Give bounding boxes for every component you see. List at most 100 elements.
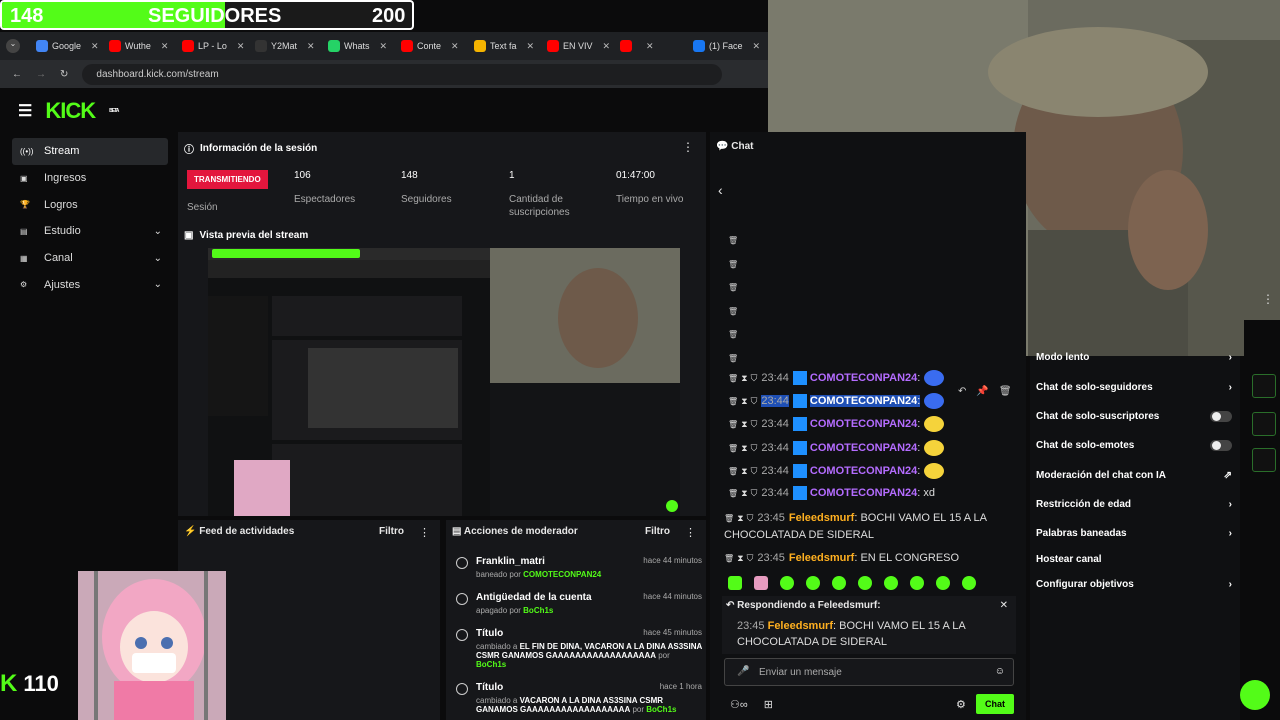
- trash-icon[interactable]: 🗑: [724, 514, 734, 523]
- trash-icon[interactable]: 🗑: [728, 283, 738, 292]
- browser-tab[interactable]: (1) Face ✕: [687, 32, 760, 60]
- close-tab-icon[interactable]: ✕: [380, 41, 388, 52]
- sidebar-item-ajustes[interactable]: ⚙ Ajustes ⌄: [12, 271, 168, 298]
- sidebar-item-logros[interactable]: 🏆 Logros: [12, 191, 168, 218]
- browser-tab[interactable]: Whats ✕: [322, 32, 395, 60]
- broadcast-icon[interactable]: [1252, 374, 1276, 398]
- stream-preview-image[interactable]: [208, 248, 680, 516]
- emote-icon[interactable]: [936, 576, 950, 590]
- trash-icon[interactable]: 🗑: [724, 554, 734, 563]
- chat-message[interactable]: 🗑 ⧗ ⛉ 23:44 COMOTECONPAN24:: [728, 416, 945, 432]
- chat-setting-item[interactable]: Chat de solo-seguidores ›: [1036, 382, 1232, 393]
- browser-tab[interactable]: EN VIV ✕: [541, 32, 614, 60]
- emote-icon[interactable]: [858, 576, 872, 590]
- message-user[interactable]: Feleedsmurf: [789, 512, 854, 524]
- chat-message[interactable]: 🗑 ⧗ ⛉ 23:44 COMOTECONPAN24:: [728, 440, 945, 456]
- pin-icon[interactable]: 📌: [976, 386, 988, 397]
- browser-tab[interactable]: Y2Mat ✕: [249, 32, 322, 60]
- trash-icon[interactable]: 🗑: [728, 420, 738, 429]
- gift-icon[interactable]: ⊞: [764, 698, 773, 711]
- tab-list-button[interactable]: ⌄: [0, 32, 30, 60]
- close-tab-icon[interactable]: ✕: [753, 41, 760, 52]
- timeout-icon[interactable]: ⧗: [741, 419, 747, 429]
- chat-setting-item[interactable]: Restricción de edad ›: [1036, 499, 1232, 510]
- mic-icon[interactable]: 🎤: [737, 666, 749, 677]
- emote-icon[interactable]: [910, 576, 924, 590]
- emote-icon[interactable]: [806, 576, 820, 590]
- close-tab-icon[interactable]: ✕: [527, 41, 535, 52]
- delete-icon[interactable]: 🗑: [999, 386, 1012, 397]
- chat-message[interactable]: 🗑 ⧗ ⛉ 23:45 Feleedsmurf: BOCHI VAMO EL 15 …: [724, 510, 987, 544]
- timeout-icon[interactable]: ⧗: [737, 513, 743, 523]
- trash-icon[interactable]: 🗑: [728, 489, 738, 498]
- emote-icon[interactable]: [832, 576, 846, 590]
- support-icon[interactable]: [1240, 680, 1270, 710]
- emote-icon[interactable]: [754, 576, 768, 590]
- emote-icon[interactable]: [728, 576, 742, 590]
- message-user[interactable]: COMOTECONPAN24: [810, 418, 917, 430]
- chat-setting-item[interactable]: Modo lento ›: [1036, 352, 1232, 363]
- chat-message[interactable]: 🗑 ⧗ ⛉ 23:44 COMOTECONPAN24:: [728, 463, 945, 479]
- menu-icon[interactable]: ☰: [18, 101, 32, 121]
- trash-icon[interactable]: 🗑: [728, 374, 738, 383]
- emote-icon[interactable]: [780, 576, 794, 590]
- close-tab-icon[interactable]: ✕: [91, 41, 99, 52]
- message-user[interactable]: COMOTECONPAN24: [810, 372, 917, 384]
- close-tab-icon[interactable]: ✕: [237, 41, 245, 52]
- chat-setting-item[interactable]: Configurar objetivos ›: [1036, 579, 1232, 590]
- detail-user[interactable]: BoCh1s: [646, 705, 676, 714]
- reply-icon[interactable]: ↶: [958, 386, 966, 397]
- forward-icon[interactable]: →: [36, 69, 46, 80]
- reload-icon[interactable]: ↻: [60, 69, 68, 80]
- browser-tab[interactable]: Conte ✕: [395, 32, 468, 60]
- trash-icon[interactable]: 🗑: [728, 307, 738, 316]
- chat-message[interactable]: 🗑 ⧗ ⛉ 23:44 COMOTECONPAN24: xd: [728, 486, 935, 500]
- detail-user[interactable]: COMOTECONPAN24: [523, 570, 601, 579]
- chat-setting-item[interactable]: Hostear canal: [1036, 554, 1232, 565]
- trash-icon[interactable]: 🗑: [728, 397, 738, 406]
- browser-tab[interactable]: Text fa ✕: [468, 32, 541, 60]
- emote-icon[interactable]: [962, 576, 976, 590]
- detail-user[interactable]: BoCh1s: [476, 660, 506, 669]
- message-user[interactable]: COMOTECONPAN24: [809, 394, 918, 407]
- close-tab-icon[interactable]: ✕: [646, 41, 654, 52]
- sidebar-item-ingresos[interactable]: ▣ Ingresos: [12, 165, 168, 192]
- message-user[interactable]: Feleedsmurf: [789, 552, 854, 564]
- browser-tab[interactable]: LP - Lo ✕: [176, 32, 249, 60]
- trash-icon[interactable]: 🗑: [728, 467, 738, 476]
- sidebar-item-estudio[interactable]: ▤ Estudio ⌄: [12, 218, 168, 245]
- toggle-switch[interactable]: [1210, 411, 1232, 422]
- chat-settings-icon[interactable]: ⚙: [956, 698, 966, 711]
- close-tab-icon[interactable]: ✕: [307, 41, 315, 52]
- close-tab-icon[interactable]: ✕: [161, 41, 169, 52]
- timeout-icon[interactable]: ⧗: [741, 466, 747, 476]
- chat-setting-item[interactable]: Chat de solo-suscriptores: [1036, 411, 1232, 422]
- layout-icon[interactable]: [1252, 412, 1276, 436]
- mod-filter-button[interactable]: Filtro: [645, 526, 670, 537]
- timeout-icon[interactable]: ⧗: [741, 488, 747, 498]
- sidebar-item-stream[interactable]: ((•)) Stream: [12, 138, 168, 165]
- close-tab-icon[interactable]: ✕: [603, 41, 611, 52]
- emoji-icon[interactable]: ☺: [995, 666, 1005, 677]
- toggle-switch[interactable]: [1210, 440, 1232, 451]
- feed-filter-button[interactable]: Filtro: [379, 526, 404, 537]
- browser-tab[interactable]: Wuthe ✕: [103, 32, 176, 60]
- browser-tab[interactable]: Google ✕: [30, 32, 103, 60]
- chat-message[interactable]: 🗑 ⧗ ⛉ 23:44 COMOTECONPAN24:: [728, 370, 945, 386]
- kick-logo[interactable]: ☰ KICK BETA: [18, 98, 119, 124]
- send-chat-button[interactable]: Chat: [976, 694, 1014, 714]
- url-field[interactable]: dashboard.kick.com/stream: [82, 63, 723, 85]
- back-icon[interactable]: ←: [12, 69, 22, 80]
- trash-icon[interactable]: 🗑: [728, 236, 738, 245]
- feed-more-icon[interactable]: ⋮: [419, 526, 430, 539]
- more-icon[interactable]: ⋮: [682, 140, 694, 154]
- chat-setting-item[interactable]: Moderación del chat con IA ⇗: [1036, 470, 1232, 481]
- message-user[interactable]: COMOTECONPAN24: [810, 487, 917, 499]
- timeout-icon[interactable]: ⧗: [741, 396, 747, 406]
- detail-user[interactable]: BoCh1s: [523, 606, 553, 615]
- chat-setting-item[interactable]: Chat de solo-emotes: [1036, 440, 1232, 451]
- close-tab-icon[interactable]: ✕: [451, 41, 459, 52]
- message-user[interactable]: COMOTECONPAN24: [810, 465, 917, 477]
- timeout-icon[interactable]: ⧗: [737, 553, 743, 563]
- chat-message[interactable]: 🗑 ⧗ ⛉ 23:45 Feleedsmurf: EN EL CONGRESO: [724, 550, 959, 567]
